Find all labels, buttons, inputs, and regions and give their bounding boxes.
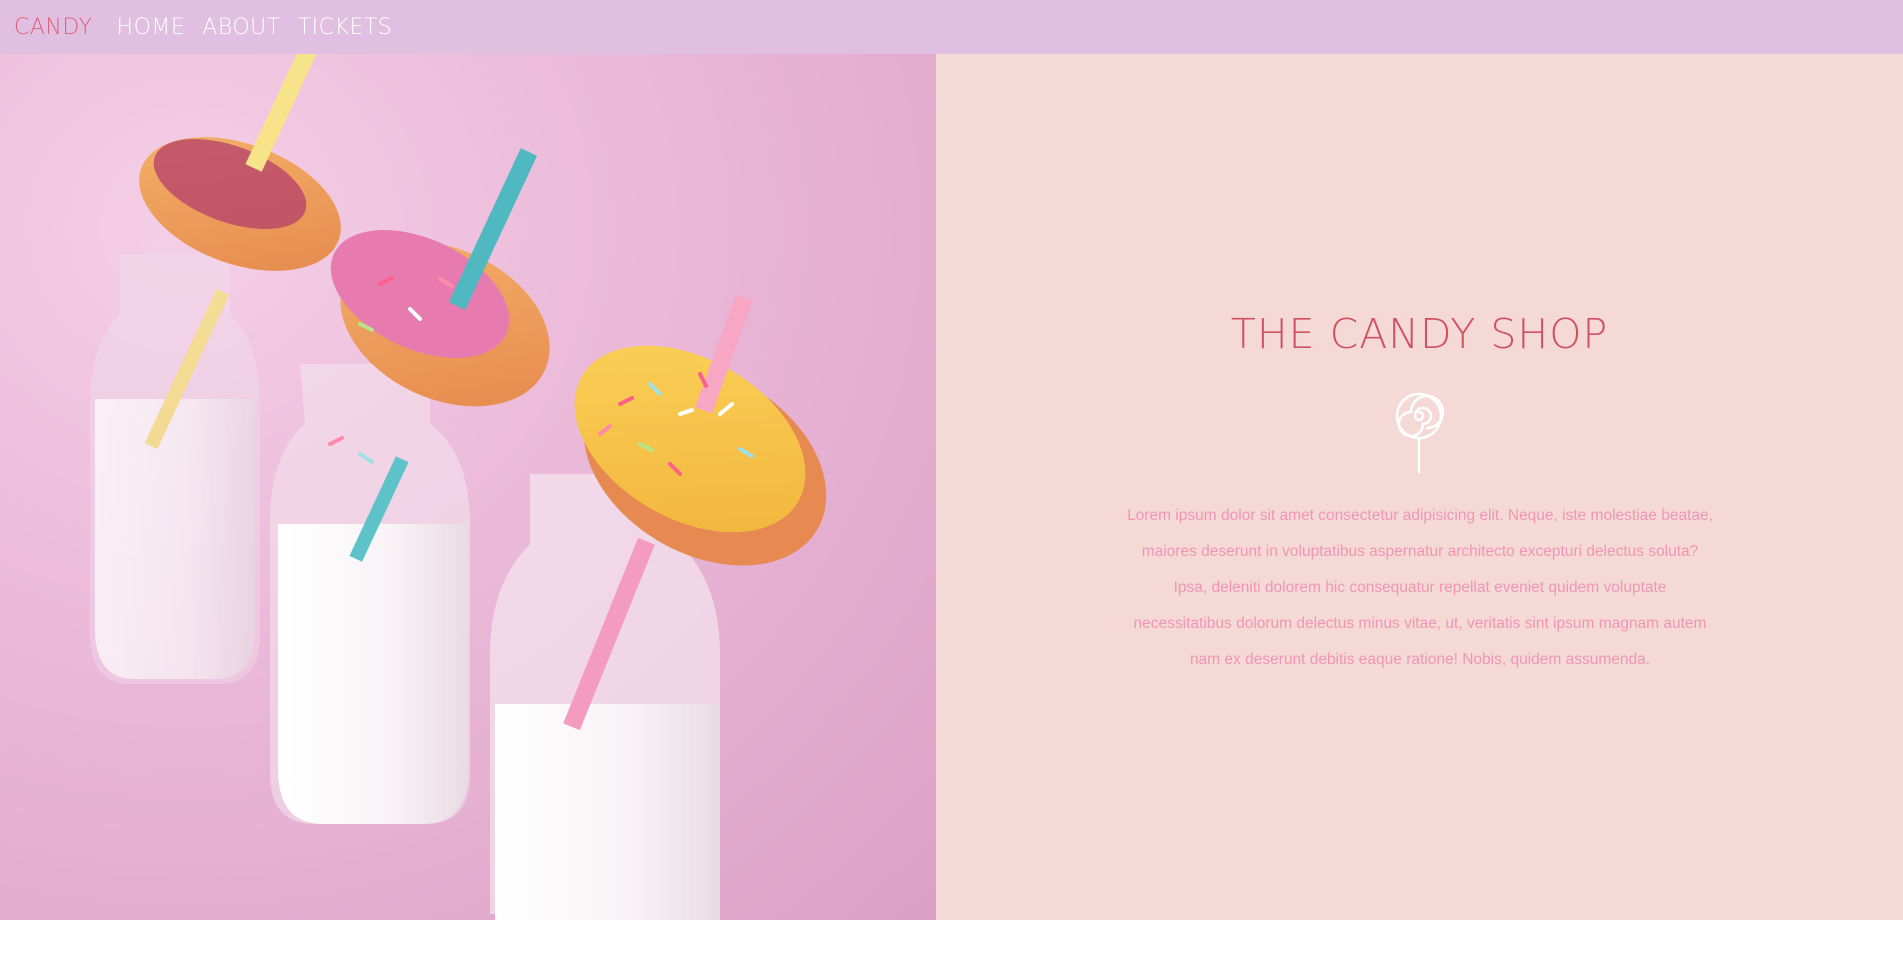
hero-text-panel: THE CANDY SHOP Lorem ipsum dolor sit ame… <box>936 54 1903 920</box>
nav-link-about[interactable]: ABOUT <box>202 15 280 40</box>
nav-link-tickets[interactable]: TICKETS <box>298 15 393 40</box>
page-title: THE CANDY SHOP <box>1230 310 1609 358</box>
nav-link-home[interactable]: HOME <box>117 15 186 40</box>
intro-paragraph: Lorem ipsum dolor sit amet consectetur a… <box>1127 507 1713 668</box>
top-navbar: CANDY HOME ABOUT TICKETS <box>0 0 1903 54</box>
lollipop-icon <box>1395 392 1444 474</box>
hero-photo-illustration <box>90 54 827 920</box>
hero-photo-donuts-milk-bottles <box>0 54 936 920</box>
brand-logo-link[interactable]: CANDY <box>14 15 93 40</box>
